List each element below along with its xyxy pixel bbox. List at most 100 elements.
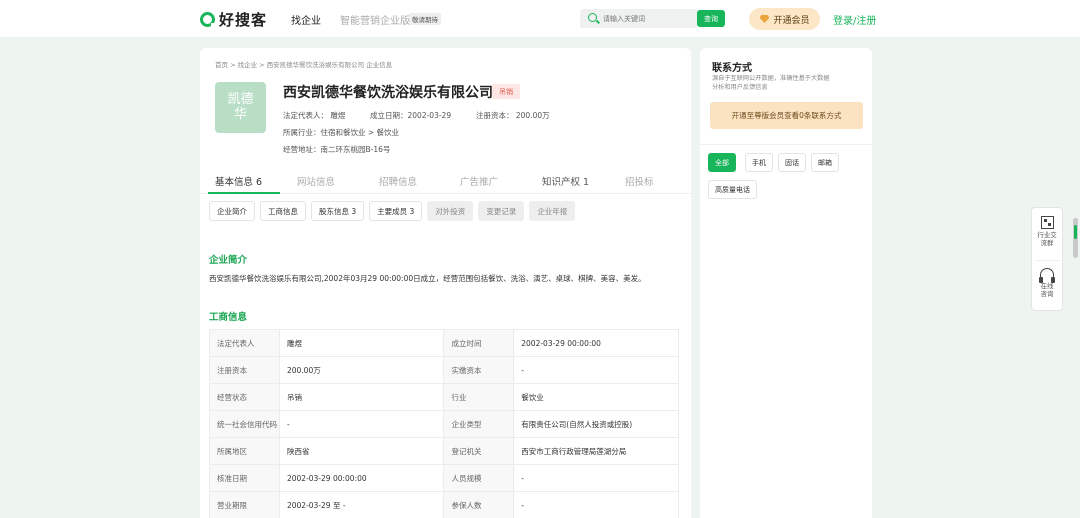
table-value-cell: 西安市工商行政管理局莲湖分局 xyxy=(513,437,679,465)
table-value-cell: 2002-03-29 至 - xyxy=(278,491,445,518)
nav-find-company[interactable]: 找企业 xyxy=(291,12,321,27)
contact-description: 源自于互联网公开数据，准确性基于大数据分析和用户反馈信息 xyxy=(712,75,830,91)
address: 经营地址：南二环东桃园B-16号 xyxy=(283,145,391,154)
search-input[interactable] xyxy=(603,11,693,26)
subtab-intro[interactable]: 企业简介 xyxy=(209,201,255,221)
scrollbar-thumb[interactable] xyxy=(1074,225,1077,239)
float-panel: 行业交流群 在线咨询 xyxy=(1031,207,1063,311)
tab-basic-info[interactable]: 基本信息 6 xyxy=(215,174,262,188)
company-avatar: 凯德华 xyxy=(215,82,266,133)
table-label-cell: 营业期限 xyxy=(209,491,280,518)
search-icon xyxy=(588,13,597,22)
table-row: 注册资本 200.00万 实缴资本 - xyxy=(209,356,679,384)
intro-text: 西安凯德华餐饮洗浴娱乐有限公司,2002年03月29 00:00:00日成立，经… xyxy=(209,274,646,283)
nav-smart-marketing[interactable]: 智能营销企业版 xyxy=(340,12,410,27)
table-label-cell: 注册资本 xyxy=(209,356,280,384)
subtab-annual-reports[interactable]: 企业年报 xyxy=(529,201,576,221)
table-label-cell: 企业类型 xyxy=(443,410,515,438)
established-date: 成立日期：2002-03-29 xyxy=(370,111,452,120)
divider xyxy=(1036,260,1060,261)
table-label-cell: 所属地区 xyxy=(209,437,280,465)
table-value-cell: 有限责任公司(自然人投资或控股) xyxy=(513,410,679,438)
online-consult-label: 在线咨询 xyxy=(1040,282,1054,298)
legal-rep: 法定代表人： 雕煜 xyxy=(283,111,346,120)
coming-soon-badge: 敬请期待 xyxy=(409,13,441,25)
info-tabs: 基本信息 6 网站信息 招聘信息 广告推广 知识产权 1 招投标 xyxy=(200,170,691,194)
filter-landline[interactable]: 固话 xyxy=(778,153,806,172)
table-value-cell: 200.00万 xyxy=(278,356,445,384)
subtab-members[interactable]: 主要成员 3 xyxy=(369,201,423,221)
subtab-business[interactable]: 工商信息 xyxy=(260,201,306,221)
tab-website-info[interactable]: 网站信息 xyxy=(297,174,335,188)
table-value-cell: 2002-03-29 00:00:00 xyxy=(513,329,679,357)
table-row: 统一社会信用代码 - 企业类型 有限责任公司(自然人投资或控股) xyxy=(209,410,679,438)
industry: 所属行业：住宿和餐饮业 > 餐饮业 xyxy=(283,128,400,137)
status-badge: 吊销 xyxy=(492,84,520,99)
company-name: 西安凯德华餐饮洗浴娱乐有限公司 xyxy=(283,85,493,101)
subtab-investments[interactable]: 对外投资 xyxy=(427,201,474,221)
table-row: 所属地区 陕西省 登记机关 西安市工商行政管理局莲湖分局 xyxy=(209,437,679,465)
table-value-cell: 2002-03-29 00:00:00 xyxy=(278,464,445,492)
table-label-cell: 法定代表人 xyxy=(209,329,280,357)
table-label-cell: 参保人数 xyxy=(443,491,515,518)
table-value-cell: - xyxy=(513,356,679,384)
diamond-icon xyxy=(759,15,770,23)
filter-all[interactable]: 全部 xyxy=(708,153,736,172)
table-row: 法定代表人 雕煜 成立时间 2002-03-29 00:00:00 xyxy=(209,329,679,357)
table-label-cell: 登记机关 xyxy=(443,437,515,465)
company-main-card: 首页 > 找企业 > 西安凯德华餐饮洗浴娱乐有限公司 企业信息 凯德华 西安凯德… xyxy=(200,48,691,518)
tab-recruitment[interactable]: 招聘信息 xyxy=(379,174,417,188)
logo-icon xyxy=(200,12,215,27)
online-consult-button[interactable]: 在线咨询 xyxy=(1032,268,1062,298)
table-value-cell: 吊销 xyxy=(278,383,445,411)
table-label-cell: 经营状态 xyxy=(209,383,280,411)
logo[interactable]: 好搜客 xyxy=(200,9,267,30)
industry-group-label: 行业交流群 xyxy=(1037,231,1057,247)
table-value-cell: - xyxy=(513,491,679,518)
table-row: 营业期限 2002-03-29 至 - 参保人数 - xyxy=(209,491,679,518)
table-label-cell: 成立时间 xyxy=(443,329,515,357)
contact-title: 联系方式 xyxy=(712,63,752,74)
contact-card: 联系方式 源自于互联网公开数据，准确性基于大数据分析和用户反馈信息 开通至尊版会… xyxy=(700,48,872,518)
table-label-cell: 人员规模 xyxy=(443,464,515,492)
business-info-table: 法定代表人 雕煜 成立时间 2002-03-29 00:00:00 注册资本 200.00… xyxy=(209,329,679,518)
tab-bidding[interactable]: 招投标 xyxy=(625,174,654,188)
avatar-text: 凯德华 xyxy=(227,92,254,122)
vip-button[interactable]: 开通会员 xyxy=(749,8,820,30)
logo-text: 好搜客 xyxy=(219,11,268,29)
qr-code-icon xyxy=(1040,216,1054,229)
registered-capital: 注册资本： 200.00万 xyxy=(476,111,550,120)
upgrade-contact-button[interactable]: 开通至尊版会员查看0条联系方式 xyxy=(710,102,863,129)
industry-group-button[interactable]: 行业交流群 xyxy=(1032,216,1062,247)
login-register-link[interactable]: 登录/注册 xyxy=(833,12,876,27)
table-label-cell: 行业 xyxy=(443,383,515,411)
divider xyxy=(700,144,872,145)
table-label-cell: 实缴资本 xyxy=(443,356,515,384)
subtab-changes[interactable]: 变更记录 xyxy=(478,201,525,221)
table-value-cell: 陕西省 xyxy=(278,437,445,465)
top-bar: 好搜客 找企业 智能营销企业版 敬请期待 查询 开通会员 登录/注册 xyxy=(0,0,1080,37)
subtabs: 企业简介 工商信息 股东信息 3 主要成员 3 对外投资 变更记录 企业年报 xyxy=(209,201,576,221)
vip-button-label: 开通会员 xyxy=(773,15,810,26)
headset-icon xyxy=(1039,268,1055,283)
intro-section-title: 企业简介 xyxy=(209,255,248,266)
tab-ip[interactable]: 知识产权 1 xyxy=(542,174,589,188)
table-value-cell: 雕煜 xyxy=(278,329,445,357)
search-box xyxy=(580,9,697,28)
tab-advertising[interactable]: 广告推广 xyxy=(460,174,498,188)
table-value-cell: - xyxy=(278,410,445,438)
business-section-title: 工商信息 xyxy=(209,312,248,323)
table-row: 核准日期 2002-03-29 00:00:00 人员规模 - xyxy=(209,464,679,492)
table-label-cell: 核准日期 xyxy=(209,464,280,492)
filter-mobile[interactable]: 手机 xyxy=(745,153,773,172)
subtab-shareholders[interactable]: 股东信息 3 xyxy=(311,201,365,221)
filter-email[interactable]: 邮箱 xyxy=(811,153,839,172)
filter-quality-phone[interactable]: 高质量电话 xyxy=(708,180,757,199)
active-tab-indicator xyxy=(208,192,280,194)
table-value-cell: - xyxy=(513,464,679,492)
table-label-cell: 统一社会信用代码 xyxy=(209,410,280,438)
table-row: 经营状态 吊销 行业 餐饮业 xyxy=(209,383,679,411)
table-value-cell: 餐饮业 xyxy=(513,383,679,411)
breadcrumb: 首页 > 找企业 > 西安凯德华餐饮洗浴娱乐有限公司 企业信息 xyxy=(215,61,393,69)
search-button[interactable]: 查询 xyxy=(697,10,725,27)
